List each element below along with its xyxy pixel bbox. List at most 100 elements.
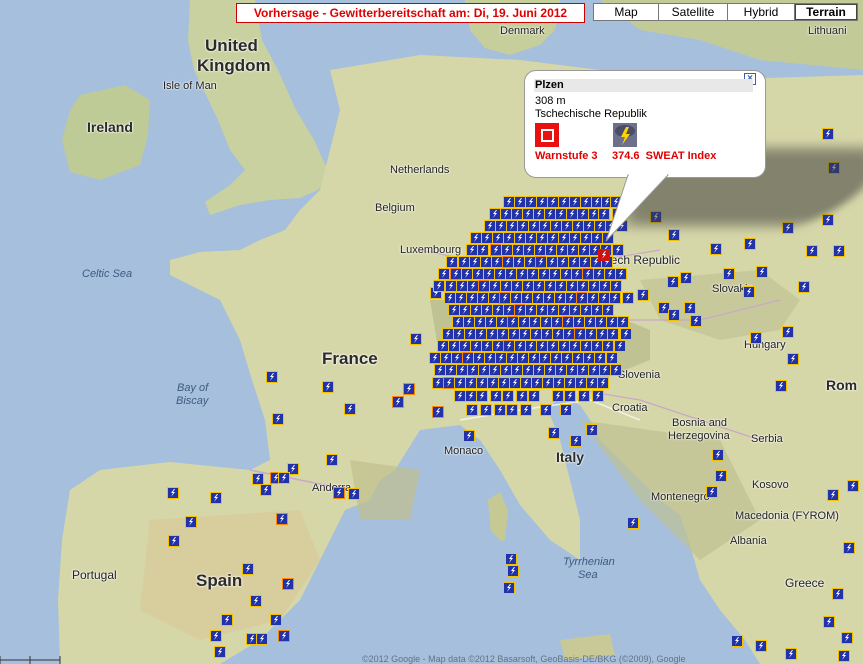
lightning-bolt-icon[interactable] <box>270 614 282 626</box>
map-type-map-button[interactable]: Map <box>593 3 659 21</box>
lightning-bolt-icon[interactable] <box>617 316 629 328</box>
lightning-bolt-icon[interactable] <box>348 488 360 500</box>
lightning-bolt-icon[interactable] <box>168 535 180 547</box>
lightning-bolt-icon[interactable] <box>548 427 560 439</box>
lightning-bolt-icon[interactable] <box>712 449 724 461</box>
lightning-bolt-icon[interactable] <box>609 292 621 304</box>
map-type-satellite-button[interactable]: Satellite <box>658 3 728 21</box>
lightning-bolt-icon[interactable] <box>743 286 755 298</box>
lightning-bolt-icon[interactable] <box>612 244 624 256</box>
lightning-bolt-icon[interactable] <box>637 289 649 301</box>
lightning-bolt-icon[interactable] <box>598 208 610 220</box>
lightning-bolt-icon[interactable] <box>680 272 692 284</box>
lightning-bolt-icon[interactable] <box>838 650 850 662</box>
lightning-bolt-icon[interactable] <box>494 404 506 416</box>
lightning-bolt-icon[interactable] <box>668 229 680 241</box>
lightning-bolt-icon[interactable] <box>272 413 284 425</box>
lightning-bolt-icon[interactable] <box>214 646 226 658</box>
lightning-bolt-icon[interactable] <box>403 383 415 395</box>
lightning-bolt-icon[interactable] <box>564 390 576 402</box>
lightning-bolt-icon[interactable] <box>723 268 735 280</box>
lightning-bolt-icon[interactable] <box>466 404 478 416</box>
lightning-bolt-icon[interactable] <box>614 340 626 352</box>
lightning-bolt-icon[interactable] <box>606 352 618 364</box>
lightning-bolt-icon[interactable] <box>602 232 614 244</box>
lightning-bolt-icon[interactable] <box>256 633 268 645</box>
lightning-bolt-icon[interactable] <box>668 309 680 321</box>
lightning-bolt-icon[interactable] <box>432 406 444 418</box>
lightning-bolt-icon[interactable] <box>333 487 345 499</box>
lightning-bolt-icon[interactable] <box>507 565 519 577</box>
lightning-bolt-icon[interactable] <box>750 332 762 344</box>
lightning-bolt-icon[interactable] <box>744 238 756 250</box>
lightning-bolt-icon[interactable] <box>242 563 254 575</box>
lightning-bolt-icon[interactable] <box>438 268 450 280</box>
lightning-bolt-icon[interactable] <box>392 396 404 408</box>
lightning-bolt-icon[interactable] <box>476 390 488 402</box>
lightning-bolt-icon[interactable] <box>843 542 855 554</box>
lightning-bolt-icon[interactable] <box>410 333 422 345</box>
lightning-bolt-icon[interactable] <box>516 390 528 402</box>
lightning-bolt-icon[interactable] <box>210 630 222 642</box>
lightning-bolt-icon[interactable] <box>822 128 834 140</box>
lightning-bolt-icon[interactable] <box>822 214 834 226</box>
lightning-bolt-icon[interactable] <box>710 243 722 255</box>
lightning-bolt-icon[interactable] <box>610 364 622 376</box>
lightning-bolt-icon[interactable] <box>463 430 475 442</box>
lightning-bolt-icon[interactable] <box>477 244 489 256</box>
lightning-bolt-icon[interactable] <box>433 280 445 292</box>
lightning-bolt-icon[interactable] <box>841 632 853 644</box>
lightning-bolt-icon[interactable] <box>221 614 233 626</box>
lightning-bolt-icon[interactable] <box>785 648 797 660</box>
lightning-bolt-icon[interactable] <box>706 486 718 498</box>
lightning-bolt-icon[interactable] <box>787 353 799 365</box>
lightning-bolt-icon[interactable] <box>627 517 639 529</box>
lightning-bolt-icon[interactable] <box>615 268 627 280</box>
lightning-bolt-icon[interactable] <box>667 276 679 288</box>
lightning-bolt-icon[interactable] <box>282 578 294 590</box>
lightning-bolt-icon[interactable] <box>278 472 290 484</box>
lightning-bolt-icon[interactable] <box>446 256 458 268</box>
lightning-bolt-icon[interactable] <box>832 588 844 600</box>
lightning-bolt-icon[interactable] <box>560 404 572 416</box>
lightning-bolt-icon[interactable] <box>620 328 632 340</box>
lightning-bolt-icon[interactable] <box>266 371 278 383</box>
lightning-bolt-icon[interactable] <box>607 328 619 340</box>
lightning-bolt-icon[interactable] <box>806 245 818 257</box>
lightning-bolt-icon[interactable] <box>823 616 835 628</box>
lightning-bolt-icon[interactable] <box>490 390 502 402</box>
selected-station-marker[interactable] <box>598 249 610 261</box>
lightning-bolt-icon[interactable] <box>586 424 598 436</box>
lightning-bolt-icon[interactable] <box>798 281 810 293</box>
lightning-bolt-icon[interactable] <box>552 390 564 402</box>
lightning-bolt-icon[interactable] <box>167 487 179 499</box>
lightning-bolt-icon[interactable] <box>597 377 609 389</box>
lightning-bolt-icon[interactable] <box>540 404 552 416</box>
lightning-bolt-icon[interactable] <box>782 326 794 338</box>
lightning-bolt-icon[interactable] <box>602 304 614 316</box>
lightning-bolt-icon[interactable] <box>344 403 356 415</box>
lightning-bolt-icon[interactable] <box>594 352 606 364</box>
lightning-bolt-icon[interactable] <box>322 381 334 393</box>
lightning-bolt-icon[interactable] <box>602 340 614 352</box>
lightning-bolt-icon[interactable] <box>520 404 532 416</box>
lightning-bolt-icon[interactable] <box>505 553 517 565</box>
lightning-bolt-icon[interactable] <box>503 582 515 594</box>
lightning-bolt-icon[interactable] <box>502 390 514 402</box>
lightning-bolt-icon[interactable] <box>715 470 727 482</box>
lightning-bolt-icon[interactable] <box>210 492 222 504</box>
lightning-bolt-icon[interactable] <box>185 516 197 528</box>
lightning-bolt-icon[interactable] <box>690 315 702 327</box>
map-type-terrain-button[interactable]: Terrain <box>794 3 858 21</box>
lightning-bolt-icon[interactable] <box>775 380 787 392</box>
lightning-bolt-icon[interactable] <box>610 280 622 292</box>
lightning-bolt-icon[interactable] <box>592 390 604 402</box>
lightning-bolt-icon[interactable] <box>506 404 518 416</box>
lightning-bolt-icon[interactable] <box>847 480 859 492</box>
lightning-bolt-icon[interactable] <box>578 390 590 402</box>
lightning-bolt-icon[interactable] <box>276 513 288 525</box>
lightning-bolt-icon[interactable] <box>260 484 272 496</box>
lightning-bolt-icon[interactable] <box>480 404 492 416</box>
lightning-bolt-icon[interactable] <box>570 435 582 447</box>
lightning-bolt-icon[interactable] <box>756 266 768 278</box>
